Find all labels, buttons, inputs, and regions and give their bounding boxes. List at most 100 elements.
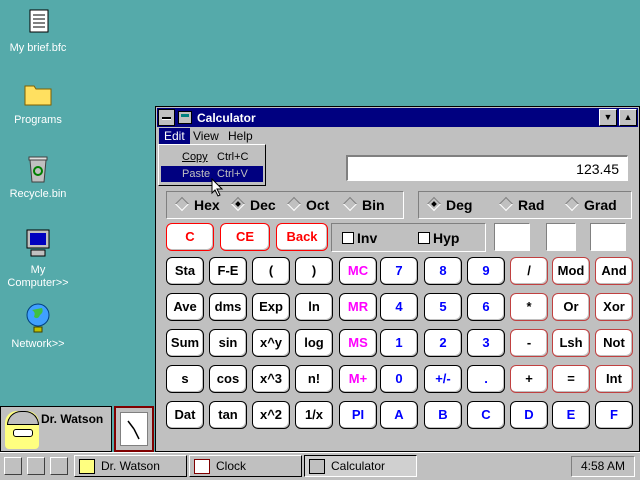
key-lsh-button[interactable]: Lsh <box>552 329 590 357</box>
key-mr-button[interactable]: MR <box>339 293 377 321</box>
start-icon[interactable] <box>4 457 22 475</box>
task-dr-watson[interactable]: Dr. Watson <box>74 455 187 477</box>
memory-indicator <box>494 223 530 251</box>
desktop-icon-label: Programs <box>14 114 62 126</box>
key-equals-button[interactable]: = <box>552 365 590 393</box>
key-plusdivideminus-button[interactable]: +/- <box>424 365 462 393</box>
system-menu-button[interactable] <box>158 109 175 126</box>
key-5-button[interactable]: 5 <box>424 293 462 321</box>
key-rparen-button[interactable]: ) <box>295 257 333 285</box>
taskbar: Dr. Watson Clock Calculator 4:58 AM <box>0 452 640 480</box>
desktop-icon-my-brief[interactable]: My brief.bfc <box>0 6 76 55</box>
key-a-button[interactable]: A <box>380 401 418 429</box>
key-8-button[interactable]: 8 <box>424 257 462 285</box>
maximize-button[interactable]: ▲ <box>619 109 637 126</box>
radio-hex[interactable]: Hex <box>174 196 220 213</box>
radio-oct[interactable]: Oct <box>286 196 329 213</box>
key-exp-button[interactable]: Exp <box>252 293 290 321</box>
key-sin-button[interactable]: sin <box>209 329 247 357</box>
key-mplus-button[interactable]: M+ <box>339 365 377 393</box>
briefcase-doc-icon <box>22 6 54 38</box>
eye-icon[interactable] <box>27 457 45 475</box>
key-6-button[interactable]: 6 <box>467 293 505 321</box>
key-d-button[interactable]: D <box>510 401 548 429</box>
key-c-button[interactable]: C <box>467 401 505 429</box>
dr-watson-icon <box>79 459 95 474</box>
inv-hyp-group: Inv Hyp <box>331 223 486 252</box>
radio-grad[interactable]: Grad <box>564 196 617 213</box>
radio-bin[interactable]: Bin <box>342 196 385 213</box>
key-mod-button[interactable]: Mod <box>552 257 590 285</box>
key-xor-button[interactable]: Xor <box>595 293 633 321</box>
number-base-group: Hex Dec Oct Bin <box>166 191 404 219</box>
key-s-button[interactable]: s <box>166 365 204 393</box>
key-pi-button[interactable]: PI <box>339 401 377 429</box>
angle-unit-group: Deg Rad Grad <box>418 191 632 219</box>
key-7-button[interactable]: 7 <box>380 257 418 285</box>
menu-item-copy[interactable]: Copy Ctrl+C <box>161 149 263 165</box>
checkbox-hyp[interactable]: Hyp <box>418 230 459 246</box>
key-dms-button[interactable]: dms <box>209 293 247 321</box>
key-nx-button[interactable]: n! <box>295 365 333 393</box>
key-ms-button[interactable]: MS <box>339 329 377 357</box>
key-xpowy-button[interactable]: x^y <box>252 329 290 357</box>
menu-help[interactable]: Help <box>223 128 258 144</box>
key-1-button[interactable]: 1 <box>380 329 418 357</box>
key-xpow2-button[interactable]: x^2 <box>252 401 290 429</box>
key-mc-button[interactable]: MC <box>339 257 377 285</box>
key-dot-button[interactable]: . <box>467 365 505 393</box>
key-4-button[interactable]: 4 <box>380 293 418 321</box>
key-multiply-button[interactable]: * <box>510 293 548 321</box>
recycle-bin-icon <box>22 152 54 184</box>
key-lparen-button[interactable]: ( <box>252 257 290 285</box>
key-not-button[interactable]: Not <box>595 329 633 357</box>
key-0-button[interactable]: 0 <box>380 365 418 393</box>
menu-view[interactable]: View <box>188 128 224 144</box>
radio-deg[interactable]: Deg <box>426 196 472 213</box>
key-f-button[interactable]: F <box>595 401 633 429</box>
key-minus-button[interactable]: - <box>510 329 548 357</box>
key-ln-button[interactable]: ln <box>295 293 333 321</box>
clock-widget[interactable] <box>114 406 154 452</box>
desktop-icon-programs[interactable]: Programs <box>0 78 76 127</box>
desktop-icon-my-computer[interactable]: My Computer>> <box>0 228 76 290</box>
key-3-button[interactable]: 3 <box>467 329 505 357</box>
key-9-button[interactable]: 9 <box>467 257 505 285</box>
key-divide-button[interactable]: / <box>510 257 548 285</box>
key-and-button[interactable]: And <box>595 257 633 285</box>
key-2-button[interactable]: 2 <box>424 329 462 357</box>
task-clock[interactable]: Clock <box>189 455 302 477</box>
key-dat-button[interactable]: Dat <box>166 401 204 429</box>
task-calculator[interactable]: Calculator <box>304 455 417 477</box>
clock-icon <box>120 412 148 446</box>
radio-dec[interactable]: Dec <box>230 196 276 213</box>
key-log-button[interactable]: log <box>295 329 333 357</box>
key-or-button[interactable]: Or <box>552 293 590 321</box>
desktop-icon-recycle-bin[interactable]: Recycle.bin <box>0 152 76 201</box>
radio-rad[interactable]: Rad <box>498 196 544 213</box>
key-1dividex-button[interactable]: 1/x <box>295 401 333 429</box>
title-bar[interactable]: Calculator ▼ ▲ <box>157 108 638 127</box>
clear-button[interactable]: C <box>166 223 214 251</box>
key-e-button[interactable]: E <box>552 401 590 429</box>
key-b-button[interactable]: B <box>424 401 462 429</box>
info-icon[interactable] <box>50 457 68 475</box>
menu-edit[interactable]: Edit <box>159 128 190 144</box>
clear-entry-button[interactable]: CE <box>220 223 270 251</box>
key-fminuse-button[interactable]: F-E <box>209 257 247 285</box>
system-clock: 4:58 AM <box>571 456 635 477</box>
backspace-button[interactable]: Back <box>276 223 328 251</box>
dr-watson-window[interactable]: Dr. Watson <box>0 406 112 452</box>
key-sta-button[interactable]: Sta <box>166 257 204 285</box>
key-plus-button[interactable]: + <box>510 365 548 393</box>
key-tan-button[interactable]: tan <box>209 401 247 429</box>
key-ave-button[interactable]: Ave <box>166 293 204 321</box>
minimize-button[interactable]: ▼ <box>599 109 617 126</box>
window-title: Calculator <box>197 111 256 125</box>
key-sum-button[interactable]: Sum <box>166 329 204 357</box>
checkbox-inv[interactable]: Inv <box>342 230 377 246</box>
key-xpow3-button[interactable]: x^3 <box>252 365 290 393</box>
key-cos-button[interactable]: cos <box>209 365 247 393</box>
key-int-button[interactable]: Int <box>595 365 633 393</box>
desktop-icon-network[interactable]: Network>> <box>0 302 76 351</box>
